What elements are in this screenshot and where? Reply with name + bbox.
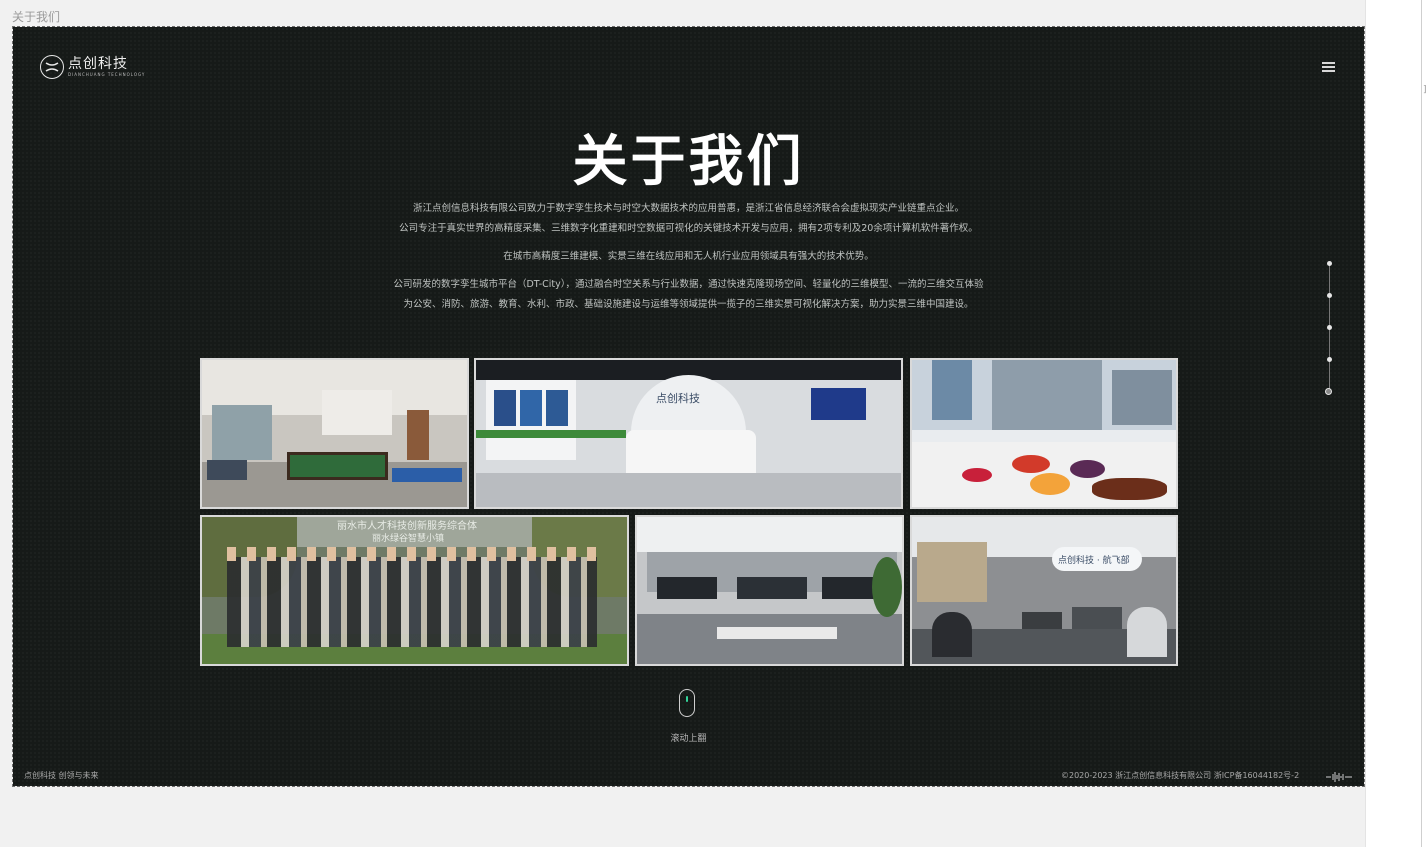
hamburger-menu-icon[interactable] [1322, 62, 1336, 73]
company-logo[interactable]: 点创科技 DIANCHUANG TECHNOLOGY [40, 55, 145, 79]
scroll-mouse-icon[interactable] [679, 689, 695, 717]
logo-subtitle: DIANCHUANG TECHNOLOGY [68, 71, 146, 77]
sound-wave-icon[interactable] [1325, 768, 1353, 782]
panel-divider [1421, 0, 1422, 847]
intro-paragraph-4: 公司研发的数字孪生城市平台（DT-City），通过融合时空关系与行业数据，通过快… [393, 279, 984, 290]
photo-open-office[interactable] [635, 515, 904, 666]
scroll-hint-text: 滚动上翻 [670, 734, 707, 744]
window-title: 关于我们 [12, 10, 61, 24]
right-panel-strip: ] [1365, 0, 1427, 847]
page-heading: 关于我们 [572, 129, 805, 193]
intro-paragraph-2: 公司专注于真实世界的高精度采集、三维数字化重建和时空数据可视化的关键技术开发与应… [399, 223, 978, 234]
logo-mark-icon [40, 55, 64, 79]
reception-sign: 点创科技 [656, 392, 700, 405]
mouse-wheel [686, 696, 688, 702]
section-side-nav [1324, 261, 1336, 397]
team-banner: 丽水市人才科技创新服务综合体 [337, 521, 477, 532]
intro-paragraph-5: 为公安、消防、旅游、教育、水利、市政、基础设施建设与运维等领域提供一揽子的三维实… [403, 299, 974, 310]
photo-reception-hall[interactable]: 点创科技 [474, 358, 903, 509]
intro-paragraph-3: 在城市高精度三维建模、实景三维在线应用和无人机行业应用领域具有强大的技术优势。 [503, 251, 874, 262]
photo-lounge-billiards[interactable] [200, 358, 469, 509]
footer-slogan: 点创科技 创领与未来 [24, 771, 99, 780]
team-banner-2: 丽水绿谷智慧小镇 [372, 534, 445, 544]
logo-name: 点创科技 [68, 55, 128, 72]
side-nav-dot-3[interactable] [1327, 325, 1332, 330]
intro-paragraph-1: 浙江点创信息科技有限公司致力于数字孪生技术与时空大数据技术的应用普惠，是浙江省信… [412, 203, 964, 214]
side-nav-dot-2[interactable] [1327, 293, 1332, 298]
side-nav-dot-4[interactable] [1327, 357, 1332, 362]
panel-marker: ] [1423, 85, 1427, 95]
photo-aviation-department[interactable]: 点创科技 · 航飞部 [910, 515, 1178, 666]
side-nav-dot-1[interactable] [1327, 261, 1332, 266]
footer-copyright[interactable]: ©2020-2023 浙江点创信息科技有限公司 浙ICP备16044182号-2 [1061, 770, 1299, 781]
about-page-canvas: 点创科技 DIANCHUANG TECHNOLOGY 关于我们 浙江点创信息科技… [12, 26, 1365, 787]
department-sign: 点创科技 · 航飞部 [1058, 556, 1130, 566]
photo-team-group[interactable]: 丽水市人才科技创新服务综合体 丽水绿谷智慧小镇 [200, 515, 629, 666]
side-nav-dot-5-active[interactable] [1325, 388, 1332, 395]
photo-window-fruit-table[interactable] [910, 358, 1178, 509]
